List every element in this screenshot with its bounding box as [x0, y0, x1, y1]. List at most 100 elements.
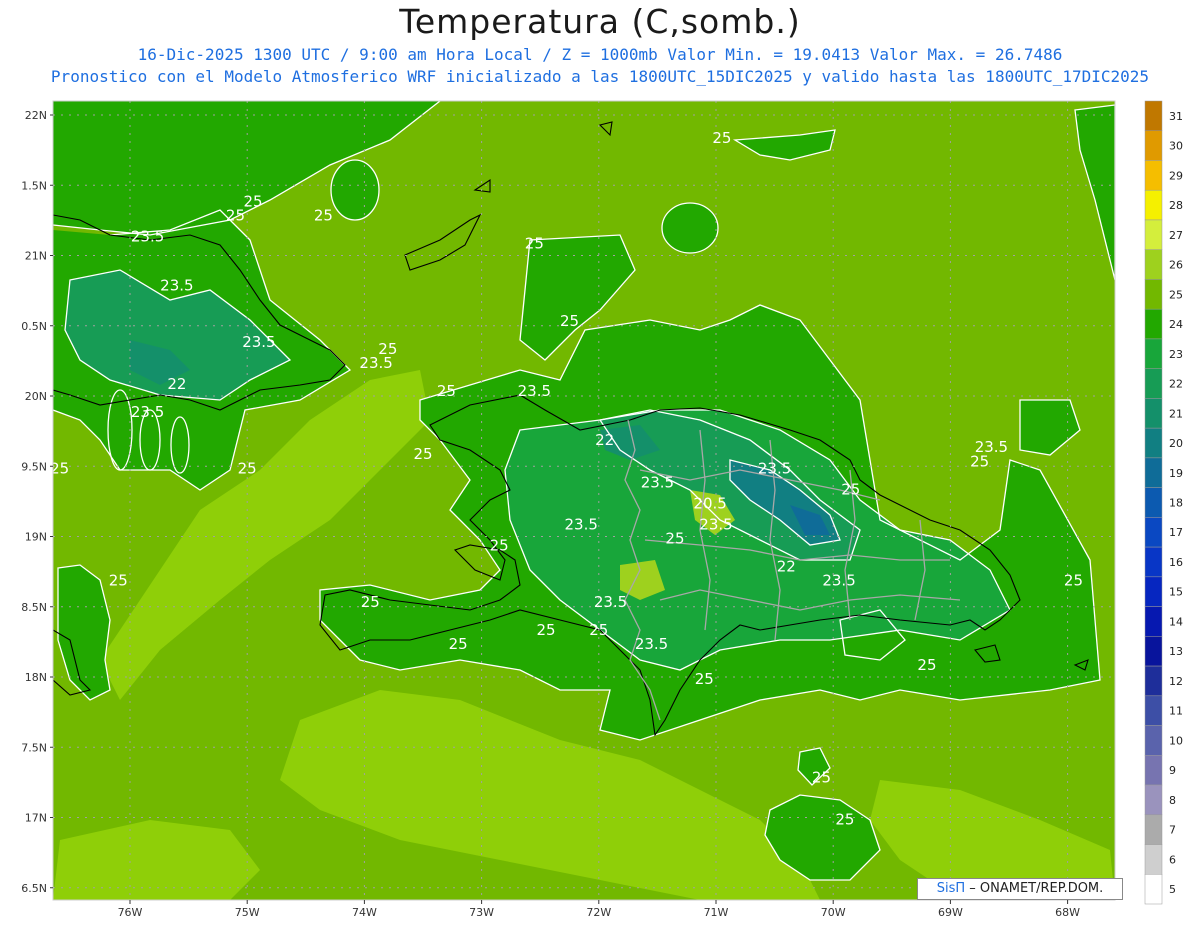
colorbar-label: 14 [1169, 615, 1183, 628]
colorbar-swatch [1144, 308, 1163, 340]
lat-tick-label: 6.5N [21, 882, 47, 895]
colorbar-label: 28 [1169, 199, 1183, 212]
lat-tick-label: 20N [25, 390, 47, 403]
lat-tick-label: 8.5N [21, 601, 47, 614]
colorbar-label: 31 [1169, 110, 1183, 123]
contour-label: 23.5 [975, 438, 1008, 456]
colorbar-label: 23 [1169, 348, 1183, 361]
colorbar-swatch [1144, 814, 1163, 845]
colorbar-label: 6 [1169, 853, 1176, 866]
colorbar-swatch [1144, 576, 1163, 607]
contour-label: 25 [109, 572, 128, 590]
colorbar-swatch [1144, 695, 1163, 726]
lon-tick-label: 73W [469, 906, 494, 919]
contour-label: 25 [589, 621, 608, 639]
contour-label: 23.5 [594, 593, 627, 611]
colorbar-swatch [1144, 100, 1163, 131]
colorbar-label: 5 [1169, 883, 1176, 896]
contour-label: 23.5 [641, 473, 674, 491]
contour-label: 25 [917, 656, 936, 674]
contour-label: 25 [695, 670, 714, 688]
lon-tick-label: 72W [586, 906, 611, 919]
colorbar-swatch [1144, 130, 1163, 161]
valid-time-line: 16-Dic-2025 1300 UTC / 9:00 am Hora Loca… [137, 45, 1063, 64]
colorbar-swatch [1144, 636, 1163, 667]
colorbar-swatch [1144, 546, 1163, 578]
lon-tick-label: 69W [938, 906, 963, 919]
lat-tick-label: 0.5N [21, 320, 47, 333]
colorbar-swatch [1144, 755, 1163, 786]
lat-tick-label: 21N [25, 250, 47, 263]
contour-label: 25 [314, 206, 333, 224]
contour-label: 25 [361, 593, 380, 611]
colorbar-label: 22 [1169, 378, 1183, 391]
contour-label: 25 [812, 768, 831, 786]
colorbar-swatch [1144, 844, 1163, 875]
contour-label: 23.5 [131, 227, 164, 245]
contour-label: 25 [226, 206, 245, 224]
map-title: Temperatura (C,somb.) [399, 2, 801, 41]
contour-label: 22 [167, 375, 186, 393]
sispi-logo-text: SisΠ [936, 881, 966, 896]
colorbar-label: 30 [1169, 140, 1183, 153]
colorbar-label: 11 [1169, 705, 1183, 718]
colorbar-swatch [1144, 457, 1163, 488]
colorbar-label: 9 [1169, 764, 1176, 777]
contour-label: 25 [525, 234, 544, 252]
contour-label: 22 [777, 558, 796, 576]
contour-label: 23.5 [565, 515, 598, 533]
lat-tick-label: 7.5N [21, 741, 47, 754]
colorbar-swatch [1144, 517, 1163, 548]
lat-tick-label: 17N [25, 812, 47, 825]
contour-label: 25 [437, 382, 456, 400]
contour-label: 25 [449, 635, 468, 653]
colorbar-swatch [1144, 487, 1163, 518]
contour-label: 25 [244, 192, 263, 210]
lat-tick-label: 9.5N [21, 460, 47, 473]
contour-label: 23.5 [131, 403, 164, 421]
colorbar-swatch [1144, 219, 1163, 250]
colorbar-swatch [1144, 249, 1163, 280]
contour-label: 23.5 [699, 515, 732, 533]
credit-text: – ONAMET/REP.DOM. [969, 881, 1104, 896]
contour-label: 23.5 [242, 333, 275, 351]
contour-label: 25 [238, 459, 257, 477]
colorbar-swatch [1144, 606, 1163, 637]
lon-tick-label: 68W [1055, 906, 1080, 919]
colorbar-label: 15 [1169, 586, 1183, 599]
colorbar-label: 10 [1169, 734, 1183, 747]
colorbar: 31 30 29 28 27 26 25 24 23 22 21 20 19 18 17 16 15 14 13 12… [1144, 100, 1183, 905]
contour-label: 25 [712, 129, 731, 147]
contour-label: 23.5 [518, 382, 551, 400]
contour-label: 23.5 [635, 635, 668, 653]
colorbar-label: 8 [1169, 794, 1176, 807]
contour-label: 20.5 [693, 494, 726, 512]
colorbar-swatch [1144, 160, 1163, 191]
colorbar-label: 17 [1169, 526, 1183, 539]
credit-box: SisΠ – ONAMET/REP.DOM. [917, 878, 1123, 900]
contour-label: 23.5 [758, 459, 791, 477]
colorbar-label: 29 [1169, 169, 1183, 182]
colorbar-label: 7 [1169, 824, 1176, 837]
colorbar-swatch [1144, 725, 1163, 756]
map-area: 252523.523.523.5 2523.52223.525 2525252525… [53, 101, 1115, 900]
colorbar-label: 26 [1169, 259, 1183, 272]
colorbar-label: 25 [1169, 288, 1183, 301]
lon-tick-label: 70W [821, 906, 846, 919]
lat-tick-label: 1.5N [21, 179, 47, 192]
colorbar-label: 19 [1169, 467, 1183, 480]
contour-label: 25 [665, 530, 684, 548]
colorbar-label: 24 [1169, 318, 1183, 331]
colorbar-label: 27 [1169, 229, 1183, 242]
contour-label: 25 [413, 445, 432, 463]
contour-label: 23.5 [359, 354, 392, 372]
colorbar-swatch [1144, 398, 1163, 429]
longitude-labels: 76W 75W 74W 73W 72W 71W 70W 69W 68W [118, 900, 1080, 919]
contour-label: 25 [560, 312, 579, 330]
model-info-line: Pronostico con el Modelo Atmosferico WRF… [50, 67, 1150, 86]
contour-label: 25 [1064, 572, 1083, 590]
colorbar-swatch [1144, 368, 1163, 399]
colorbar-label: 16 [1169, 556, 1183, 569]
lat-tick-label: 22N [25, 109, 47, 122]
colorbar-label: 18 [1169, 497, 1183, 510]
